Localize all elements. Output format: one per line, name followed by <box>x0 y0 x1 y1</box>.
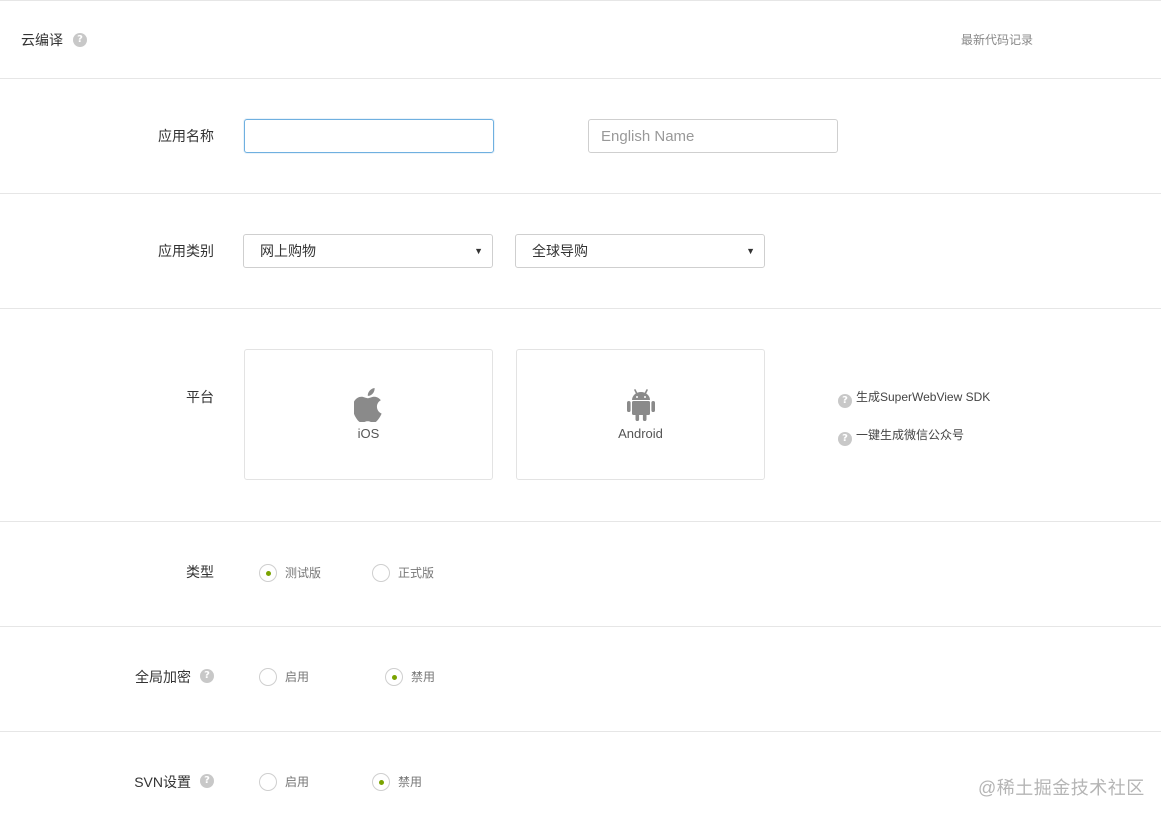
watermark: @稀土掘金技术社区 <box>978 778 1145 798</box>
radio-label: 测试版 <box>285 565 322 580</box>
radio-dot <box>372 772 390 791</box>
svn-label: SVN设置 <box>134 774 191 790</box>
radio-label: 禁用 <box>411 669 436 684</box>
radio-svn-enable[interactable]: 启用 <box>259 772 309 791</box>
latest-code-records-link[interactable]: 最新代码记录 <box>961 31 1033 48</box>
help-icon: ? <box>838 432 852 446</box>
radio-label: 禁用 <box>398 774 423 789</box>
category-secondary-value: 全球导购 <box>532 243 588 259</box>
divider <box>0 308 1161 309</box>
radio-dot <box>259 772 277 791</box>
radio-test-build[interactable]: 测试版 <box>259 563 321 582</box>
category-secondary-select[interactable]: 全球导购 ▼ <box>515 234 765 268</box>
category-primary-select[interactable]: 网上购物 ▼ <box>243 234 493 268</box>
divider <box>0 626 1161 627</box>
radio-release-build[interactable]: 正式版 <box>372 563 434 582</box>
radio-label: 启用 <box>285 774 310 789</box>
encryption-label: 全局加密 <box>135 669 191 685</box>
radio-dot <box>259 667 277 686</box>
page-title: 云编译 <box>21 32 63 48</box>
app-category-label: 应用类别 <box>158 243 214 259</box>
radio-encryption-enable[interactable]: 启用 <box>259 667 309 686</box>
radio-svn-disable[interactable]: 禁用 <box>372 772 422 791</box>
radio-dot <box>259 563 277 582</box>
help-icon: ? <box>838 394 852 408</box>
android-icon <box>626 389 655 421</box>
divider <box>0 731 1161 732</box>
platform-label: 平台 <box>186 389 214 405</box>
app-name-input[interactable] <box>244 119 494 153</box>
build-type-label: 类型 <box>186 564 214 580</box>
chevron-down-icon: ▼ <box>474 246 483 256</box>
platform-card-android[interactable]: Android <box>516 349 765 480</box>
platform-ios-label: iOS <box>357 426 380 441</box>
divider <box>0 0 1161 1</box>
divider <box>0 78 1161 79</box>
app-name-label: 应用名称 <box>158 128 214 144</box>
english-name-input[interactable] <box>588 119 838 153</box>
radio-dot <box>385 667 403 686</box>
category-primary-value: 网上购物 <box>260 243 316 259</box>
platform-android-label: Android <box>618 426 663 441</box>
radio-dot <box>372 563 390 582</box>
radio-label: 正式版 <box>398 565 435 580</box>
generate-sdk-label: 生成SuperWebView SDK <box>856 390 991 404</box>
help-icon[interactable]: ? <box>200 774 214 788</box>
divider <box>0 521 1161 522</box>
generate-wechat-link[interactable]: ? 一键生成微信公众号 <box>838 426 964 446</box>
apple-icon <box>353 388 382 422</box>
radio-label: 启用 <box>285 669 310 684</box>
radio-encryption-disable[interactable]: 禁用 <box>385 667 435 686</box>
divider <box>0 193 1161 194</box>
generate-wechat-label: 一键生成微信公众号 <box>856 428 965 442</box>
generate-sdk-link[interactable]: ? 生成SuperWebView SDK <box>838 388 990 408</box>
help-icon[interactable]: ? <box>73 33 87 47</box>
platform-card-ios[interactable]: iOS <box>244 349 493 480</box>
chevron-down-icon: ▼ <box>746 246 755 256</box>
help-icon[interactable]: ? <box>200 669 214 683</box>
